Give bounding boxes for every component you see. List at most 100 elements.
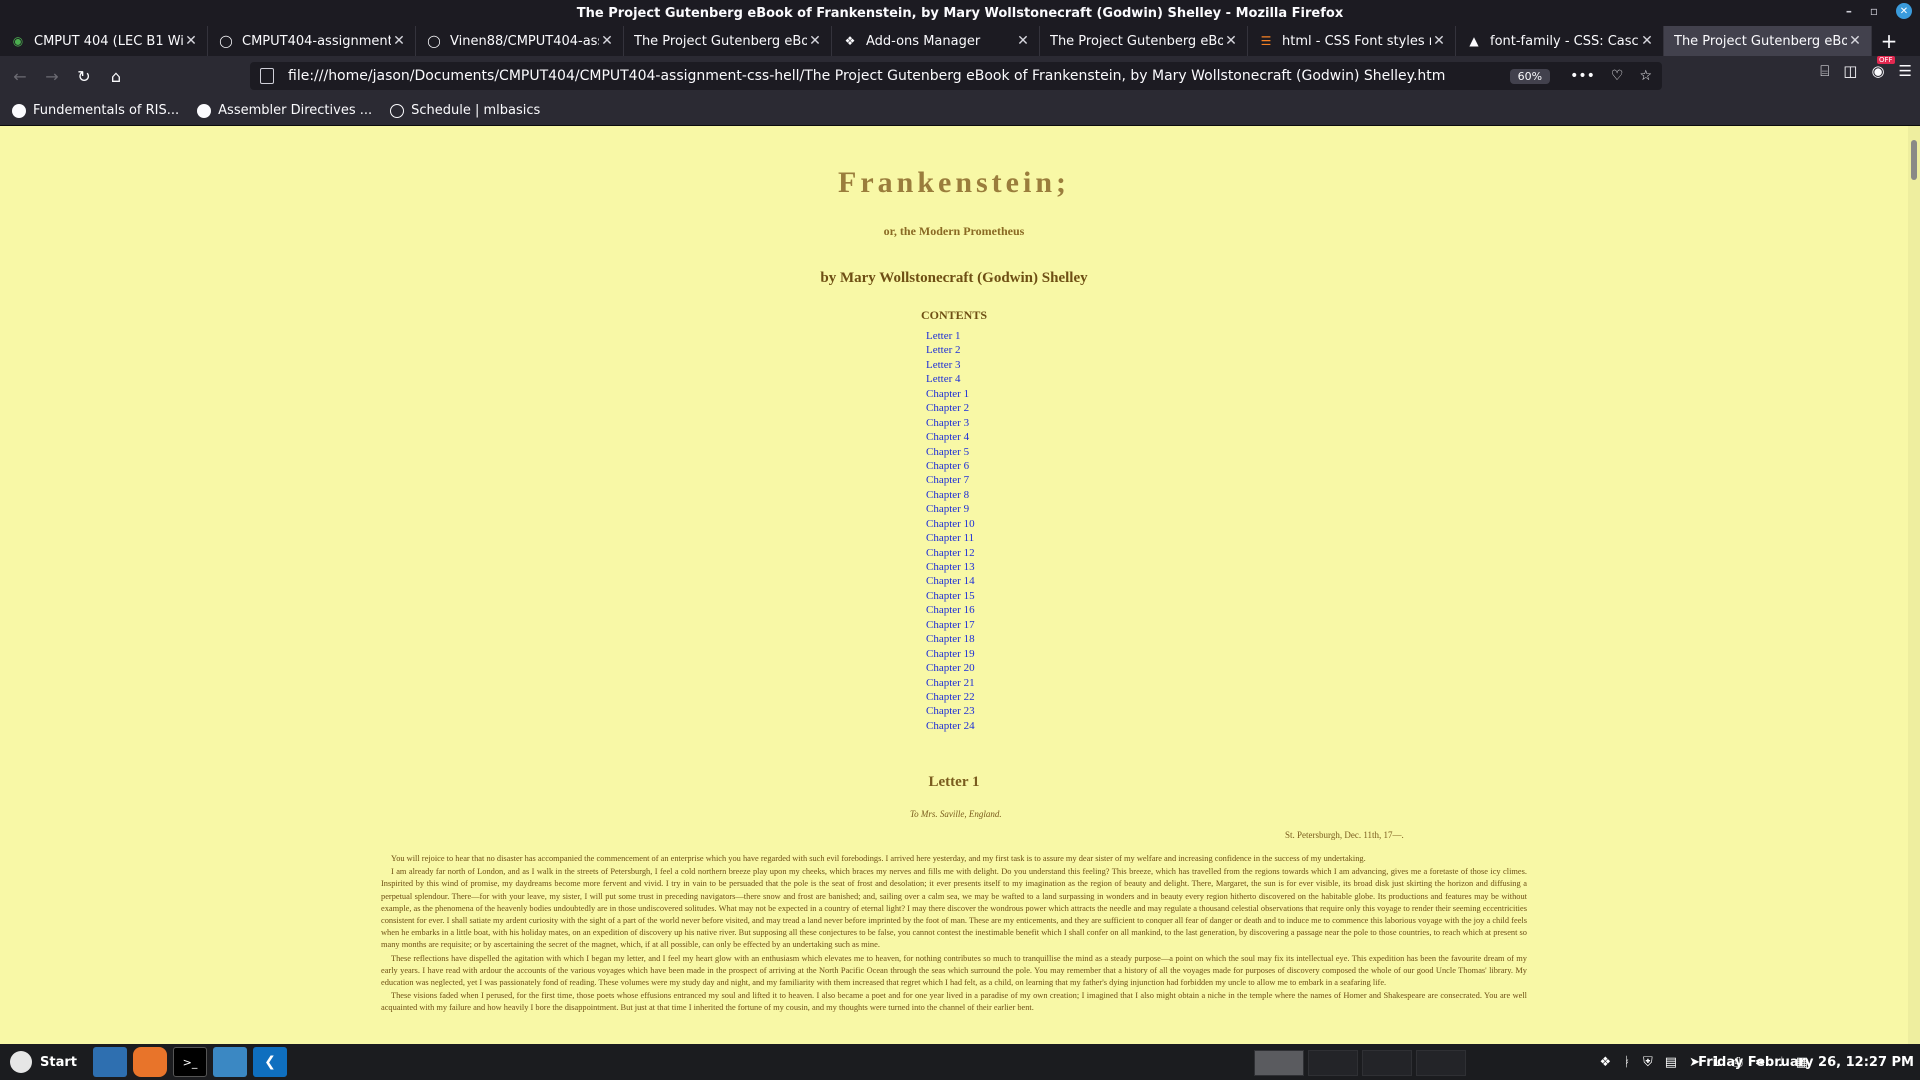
paragraph: These reflections have dispelled the agi… <box>381 953 1527 988</box>
toc-link-chapter-24[interactable]: Chapter 24 <box>926 719 975 733</box>
menu-icon[interactable]: ☰ <box>1899 62 1912 80</box>
toc-link-chapter-14[interactable]: Chapter 14 <box>926 574 975 588</box>
toc-link-letter-3[interactable]: Letter 3 <box>926 358 975 372</box>
back-button[interactable]: ← <box>4 60 36 92</box>
start-button[interactable]: Start <box>0 1051 87 1073</box>
toc-link-chapter-6[interactable]: Chapter 6 <box>926 459 975 473</box>
bluetooth-icon[interactable]: ᛓ <box>1623 1055 1631 1070</box>
github-icon: ◯ <box>427 34 441 48</box>
close-tab-icon[interactable]: ✕ <box>1431 33 1447 49</box>
pocket-icon[interactable]: ♡ <box>1611 68 1624 84</box>
close-tab-icon[interactable]: ✕ <box>807 33 823 49</box>
toc-link-chapter-12[interactable]: Chapter 12 <box>926 546 975 560</box>
clipboard-icon[interactable]: ▤ <box>1665 1055 1677 1070</box>
sidebar-icon[interactable]: ◫ <box>1843 62 1857 80</box>
close-tab-icon[interactable]: ✕ <box>391 33 407 49</box>
tab-label: The Project Gutenberg eBoo <box>1674 33 1847 49</box>
library-icon[interactable]: ⌸ <box>1820 62 1829 80</box>
toc-link-chapter-11[interactable]: Chapter 11 <box>926 531 975 545</box>
dropbox-icon[interactable]: ❖ <box>1600 1055 1612 1070</box>
zoom-level-button[interactable]: 60% <box>1509 68 1551 84</box>
tab-label: font-family - CSS: Cascad <box>1490 33 1639 49</box>
tab-github-vinen88[interactable]: ◯ Vinen88/CMPUT404-assi ✕ <box>416 26 624 56</box>
paragraph: These visions faded when I perused, for … <box>381 991 1527 1013</box>
home-button[interactable]: ⌂ <box>100 60 132 92</box>
minimize-icon[interactable]: – <box>1846 4 1852 18</box>
section-heading: Letter 1 <box>928 774 980 790</box>
tab-label: Vinen88/CMPUT404-assi <box>450 33 599 49</box>
new-tab-button[interactable]: + <box>1872 26 1906 56</box>
workspace-4[interactable] <box>1416 1050 1466 1076</box>
tab-cmput404-eclass[interactable]: ◉ CMPUT 404 (LEC B1 Win ✕ <box>0 26 208 56</box>
forward-button[interactable]: → <box>36 60 68 92</box>
terminal-icon[interactable]: >_ <box>172 1047 207 1077</box>
close-tab-icon[interactable]: ✕ <box>1847 33 1863 49</box>
workspace-3[interactable] <box>1362 1050 1412 1076</box>
contents-heading: CONTENTS <box>920 308 988 322</box>
toc-link-chapter-15[interactable]: Chapter 15 <box>926 589 975 603</box>
extension-off-icon[interactable]: ◉ <box>1871 56 1895 80</box>
tab-mdn-font-family[interactable]: ▲ font-family - CSS: Cascad ✕ <box>1456 26 1664 56</box>
github-icon <box>197 103 212 118</box>
toc-link-letter-1[interactable]: Letter 1 <box>926 329 975 343</box>
toc-link-chapter-10[interactable]: Chapter 10 <box>926 517 975 531</box>
desktop-icon[interactable] <box>92 1047 127 1077</box>
vscode-icon[interactable]: ❮ <box>252 1047 287 1077</box>
file-manager-icon[interactable] <box>212 1047 247 1077</box>
toc-link-chapter-4[interactable]: Chapter 4 <box>926 430 975 444</box>
toc-link-chapter-2[interactable]: Chapter 2 <box>926 401 975 415</box>
toc-link-chapter-19[interactable]: Chapter 19 <box>926 647 975 661</box>
reload-button[interactable]: ↻ <box>68 60 100 92</box>
toc-link-chapter-1[interactable]: Chapter 1 <box>926 387 975 401</box>
close-tab-icon[interactable]: ✕ <box>1015 33 1031 49</box>
url-text[interactable]: file:///home/jason/Documents/CMPUT404/CM… <box>288 68 1510 84</box>
toc-link-letter-2[interactable]: Letter 2 <box>926 343 975 357</box>
url-bar[interactable]: file:///home/jason/Documents/CMPUT404/CM… <box>250 62 1662 90</box>
firefox-icon[interactable] <box>132 1047 167 1077</box>
close-tab-icon[interactable]: ✕ <box>183 33 199 49</box>
toc-link-chapter-7[interactable]: Chapter 7 <box>926 473 975 487</box>
bookmark-star-icon[interactable]: ☆ <box>1639 68 1652 84</box>
close-window-icon[interactable]: ✕ <box>1896 3 1912 19</box>
shield-icon[interactable]: ⛨ <box>1643 1055 1653 1070</box>
toc-link-chapter-18[interactable]: Chapter 18 <box>926 632 975 646</box>
close-tab-icon[interactable]: ✕ <box>1639 33 1655 49</box>
tab-addons-manager[interactable]: ❖ Add-ons Manager ✕ <box>832 26 1040 56</box>
workspace-1[interactable] <box>1254 1050 1304 1076</box>
start-menu-icon <box>10 1051 32 1073</box>
page-actions-button[interactable]: ••• <box>1570 68 1595 84</box>
tab-gutenberg-active[interactable]: The Project Gutenberg eBoo ✕ <box>1664 26 1872 56</box>
toc-link-chapter-20[interactable]: Chapter 20 <box>926 661 975 675</box>
toc-link-chapter-17[interactable]: Chapter 17 <box>926 618 975 632</box>
book-title: Frankenstein; <box>838 166 1070 199</box>
clock[interactable]: Friday February 26, 12:27 PM <box>1698 1044 1914 1080</box>
bookmark-assembler-directives[interactable]: Assembler Directives ... <box>197 103 372 118</box>
tab-label: Add-ons Manager <box>866 33 981 49</box>
toc-link-chapter-23[interactable]: Chapter 23 <box>926 704 975 718</box>
book-subtitle: or, the Modern Prometheus <box>883 224 1025 238</box>
toc-link-chapter-21[interactable]: Chapter 21 <box>926 676 975 690</box>
tab-gutenberg-2[interactable]: The Project Gutenberg eBoo ✕ <box>1040 26 1248 56</box>
navigation-toolbar: ← → ↻ ⌂ file:///home/jason/Documents/CMP… <box>0 56 1920 96</box>
bookmark-schedule-mlbasics[interactable]: Schedule | mlbasics <box>390 103 540 118</box>
toc-link-chapter-9[interactable]: Chapter 9 <box>926 502 975 516</box>
tab-github-assignment[interactable]: ◯ CMPUT404-assignment-c ✕ <box>208 26 416 56</box>
close-tab-icon[interactable]: ✕ <box>1223 33 1239 49</box>
tab-strip: ◉ CMPUT 404 (LEC B1 Win ✕ ◯ CMPUT404-ass… <box>0 26 1920 56</box>
toc-link-chapter-16[interactable]: Chapter 16 <box>926 603 975 617</box>
restore-icon[interactable]: ▫ <box>1870 4 1878 18</box>
toc-link-chapter-13[interactable]: Chapter 13 <box>926 560 975 574</box>
vertical-scrollbar[interactable] <box>1908 126 1920 1044</box>
toc-link-letter-4[interactable]: Letter 4 <box>926 372 975 386</box>
toc-link-chapter-5[interactable]: Chapter 5 <box>926 445 975 459</box>
toc-link-chapter-22[interactable]: Chapter 22 <box>926 690 975 704</box>
toc-link-chapter-8[interactable]: Chapter 8 <box>926 488 975 502</box>
tab-stackoverflow[interactable]: ☰ html - CSS Font styles no ✕ <box>1248 26 1456 56</box>
close-tab-icon[interactable]: ✕ <box>599 33 615 49</box>
toc-link-chapter-3[interactable]: Chapter 3 <box>926 416 975 430</box>
tab-gutenberg-1[interactable]: The Project Gutenberg eBoo ✕ <box>624 26 832 56</box>
workspace-2[interactable] <box>1308 1050 1358 1076</box>
bookmark-fundementals-risc[interactable]: Fundementals of RIS... <box>12 103 179 118</box>
scrollbar-thumb[interactable] <box>1911 140 1917 180</box>
url-actions: ••• ♡ ☆ <box>1570 68 1652 84</box>
